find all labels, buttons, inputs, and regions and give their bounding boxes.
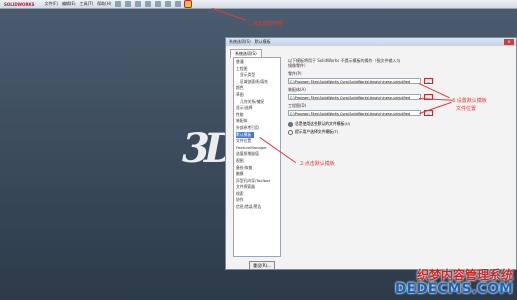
- tree-item[interactable]: 文件位置: [236, 138, 280, 145]
- options-dialog: 系统选项(S) 默认模板 × 系统选项(S) 普通 工程图 显示类型 区域剖面线/填充…: [225, 37, 517, 270]
- menu-file[interactable]: 文件(F): [45, 1, 58, 7]
- tree-item-default-templates[interactable]: 默认模板: [236, 131, 254, 139]
- tree-item[interactable]: 显示类型: [236, 72, 280, 79]
- menu-help[interactable]: 帮助(H): [97, 1, 111, 7]
- tree-item[interactable]: 备份/恢复: [236, 165, 280, 172]
- tree-item[interactable]: 普通: [236, 59, 280, 66]
- tree-item[interactable]: 装配体: [236, 118, 280, 125]
- tree-item[interactable]: 协作: [236, 197, 280, 204]
- part-browse-button[interactable]: ...: [424, 78, 433, 84]
- tree-item[interactable]: 视图: [236, 158, 280, 165]
- annotation-arrow-1: [211, 8, 247, 21]
- rebuild-icon[interactable]: [175, 1, 182, 7]
- assembly-template-label: 装配体(A): [288, 87, 306, 92]
- menu-edit[interactable]: 编辑(E): [62, 1, 76, 7]
- tree-item[interactable]: 草图: [236, 92, 280, 99]
- annotation-step3-line1: 3.设置默认模板: [452, 98, 487, 104]
- tree-item[interactable]: 显示/选择: [236, 105, 280, 112]
- part-template-path[interactable]: C:\Program Files\SolidWorks Corp\SolidWo…: [288, 78, 421, 84]
- tree-item[interactable]: 触摸: [236, 171, 280, 178]
- radio-prompt-user[interactable]: [288, 129, 293, 135]
- print-icon[interactable]: [145, 1, 152, 7]
- select-icon[interactable]: [165, 1, 172, 7]
- new-icon[interactable]: [115, 1, 122, 7]
- annotation-step3: 3.设置默认模板 文件位置: [452, 97, 487, 113]
- annotation-step1: 1.点击选项按钮: [248, 21, 283, 27]
- tree-item[interactable]: 工程图: [236, 66, 280, 73]
- tree-item[interactable]: 外部参考引用: [236, 125, 280, 132]
- app-logo: SOLIDWORKS: [4, 1, 35, 7]
- options-gear-icon[interactable]: [184, 0, 193, 8]
- tree-item[interactable]: 搜索: [236, 191, 280, 198]
- undo-icon[interactable]: [155, 1, 162, 7]
- panel-heading: 以下模板将用于 SolidWorks 不提示模板的操作（指文件输入与镜像零件）: [288, 58, 401, 68]
- tree-item[interactable]: 信息/错误/警告: [236, 204, 280, 211]
- dialog-subtitle: 默认模板: [254, 39, 271, 44]
- save-icon[interactable]: [135, 1, 142, 7]
- close-button[interactable]: ×: [504, 39, 514, 45]
- reset-button[interactable]: 重设(R)...: [249, 261, 275, 270]
- tree-item[interactable]: 区域剖面线/填充: [236, 79, 280, 86]
- annotation-step2: 2.点击默认模板: [300, 161, 335, 167]
- tree-item[interactable]: 颜色: [236, 85, 280, 92]
- dialog-title: 系统选项(S): [229, 39, 251, 44]
- drawing-template-path[interactable]: C:\Program Files\SolidWorks Corp\SolidWo…: [288, 110, 421, 116]
- tree-item[interactable]: 异型孔向导/Toolbox: [236, 178, 280, 185]
- options-tree[interactable]: 普通 工程图 显示类型 区域剖面线/填充 颜色 草图 几何关系/捕捉 显示/选择 性能 装配体 外部…: [233, 57, 281, 257]
- radio-prompt-user-label: 提示用户选择文件模板(T): [295, 129, 339, 134]
- tree-item[interactable]: 性能: [236, 112, 280, 119]
- tree-item[interactable]: 文件探索器: [236, 184, 280, 191]
- radio-always-use-label: 总是使用这些默认的文件模板(U): [295, 121, 351, 126]
- part-template-label: 零件(P): [288, 71, 302, 76]
- tree-item[interactable]: 选值框增量值: [236, 151, 280, 158]
- site-watermark: 织梦内容管理系统 DEDECMS.COM: [394, 269, 513, 297]
- menu-tools[interactable]: 工具(T): [80, 1, 94, 7]
- open-icon[interactable]: [125, 1, 132, 7]
- tree-item[interactable]: 几何关系/捕捉: [236, 99, 280, 106]
- assembly-template-path[interactable]: C:\Program Files\SolidWorks Corp\SolidWo…: [288, 94, 421, 100]
- annotation-step3-line2: 文件位置: [456, 106, 477, 112]
- watermark-en: DEDECMS.COM: [394, 281, 513, 297]
- dialog-titlebar: 系统选项(S) 默认模板: [226, 38, 516, 46]
- menu-bar: SOLIDWORKS 文件(F) 编辑(E) 工具(T) 帮助(H): [0, 0, 517, 9]
- radio-always-use[interactable]: [288, 121, 293, 127]
